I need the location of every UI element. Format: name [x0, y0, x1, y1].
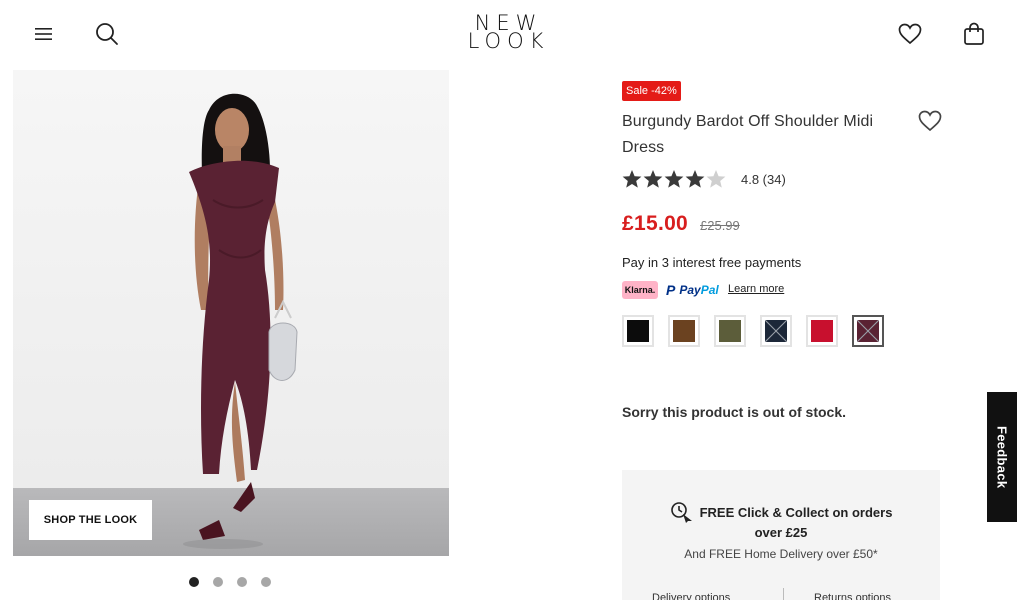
gallery-dot-3[interactable]: [237, 577, 247, 587]
swatch-fill: [857, 320, 879, 342]
product-title: Burgundy Bardot Off Shoulder Midi Dress: [622, 113, 874, 156]
click-collect-threshold: over £25: [754, 525, 808, 540]
swatch-fill: [765, 320, 787, 342]
gallery-dot-4[interactable]: [261, 577, 271, 587]
unavailable-cross-icon: [857, 320, 879, 342]
returns-options-tab[interactable]: Returns options: [814, 592, 891, 600]
learn-more-link[interactable]: Learn more: [728, 283, 784, 295]
gallery-pagination: [189, 577, 271, 587]
tab-divider: [783, 588, 784, 600]
rating-text[interactable]: 4.8 (34): [741, 172, 786, 187]
new-look-logo[interactable]: NEW LOOK: [0, 13, 1017, 53]
swatch-fill: [673, 320, 695, 342]
shop-the-look-button[interactable]: SHOP THE LOOK: [29, 500, 152, 540]
feedback-tab[interactable]: Feedback: [987, 392, 1017, 522]
gallery-dot-1[interactable]: [189, 577, 199, 587]
site-header: NEW LOOK: [0, 0, 1017, 68]
pay-in-three-text: Pay in 3 interest free payments: [622, 255, 802, 270]
paypal-icon: P: [666, 282, 676, 298]
colour-swatch-black[interactable]: [622, 315, 654, 347]
colour-swatches: [622, 315, 884, 347]
swatch-fill: [627, 320, 649, 342]
home-delivery-line: And FREE Home Delivery over £50*: [684, 547, 878, 561]
gallery-dot-2[interactable]: [213, 577, 223, 587]
delivery-options-tab[interactable]: Delivery options: [652, 592, 730, 600]
shopping-bag-icon[interactable]: [957, 17, 991, 51]
colour-swatch-burgundy[interactable]: [852, 315, 884, 347]
rating-stars[interactable]: [622, 168, 726, 190]
swatch-fill: [811, 320, 833, 342]
feedback-label: Feedback: [994, 425, 1010, 489]
add-to-wishlist-heart-icon[interactable]: [918, 110, 942, 134]
click-collect-line: FREE Click & Collect on orders: [622, 501, 940, 523]
colour-swatch-khaki[interactable]: [714, 315, 746, 347]
delivery-info-panel: FREE Click & Collect on orders over £25 …: [622, 470, 940, 600]
sale-price: £15.00: [622, 212, 689, 235]
product-image-gallery[interactable]: SHOP THE LOOK: [13, 70, 449, 556]
unavailable-cross-icon: [765, 320, 787, 342]
click-and-collect-icon: [670, 502, 692, 523]
logo-line-2: LOOK: [467, 29, 550, 53]
colour-swatch-red[interactable]: [806, 315, 838, 347]
paypal-logo: P PayPal: [666, 282, 719, 298]
klarna-logo: Klarna.: [622, 281, 658, 299]
product-photo: [13, 70, 449, 556]
swatch-fill: [719, 320, 741, 342]
original-price: £25.99: [700, 218, 740, 233]
star-icons: [622, 170, 726, 188]
heart-icon[interactable]: [893, 17, 927, 51]
colour-swatch-navy[interactable]: [760, 315, 792, 347]
out-of-stock-message: Sorry this product is out of stock.: [622, 404, 847, 420]
colour-swatch-brown[interactable]: [668, 315, 700, 347]
sale-badge: Sale -42%: [622, 81, 681, 101]
